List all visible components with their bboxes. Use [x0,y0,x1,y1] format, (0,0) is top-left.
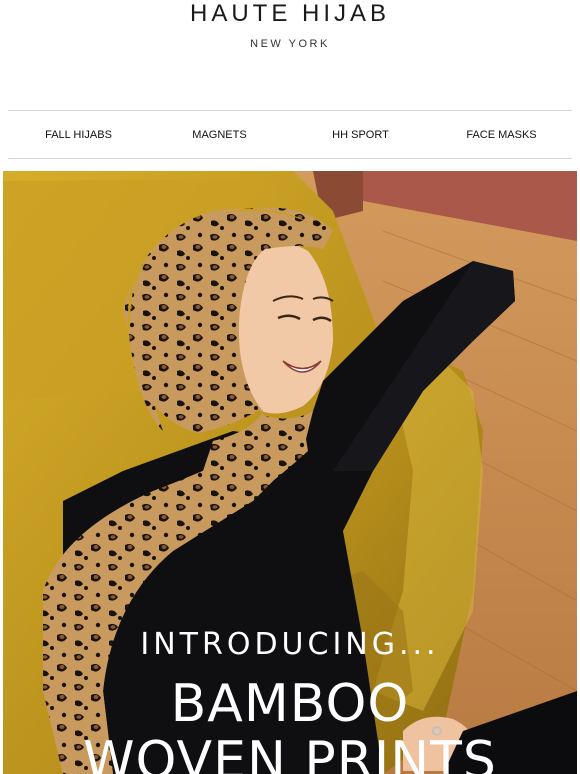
nav-item-face-masks[interactable]: FACE MASKS [431,128,572,142]
hero-headline-line2: WOVEN PRINTS [83,731,497,774]
nav-item-hh-sport[interactable]: HH SPORT [290,128,431,142]
nav-item-fall-hijabs[interactable]: FALL HIJABS [8,128,149,142]
brand-logo[interactable]: HAUTE HIJAB [0,0,580,28]
brand-location: NEW YORK [250,38,330,50]
nav-item-magnets[interactable]: MAGNETS [149,128,290,142]
hero-intro-text: INTRODUCING... [140,627,440,662]
category-nav: FALL HIJABS MAGNETS HH SPORT FACE MASKS [8,110,572,159]
hero-headline-line1: BAMBOO [170,674,410,734]
hero-banner[interactable]: INTRODUCING... BAMBOO WOVEN PRINTS [3,171,577,774]
